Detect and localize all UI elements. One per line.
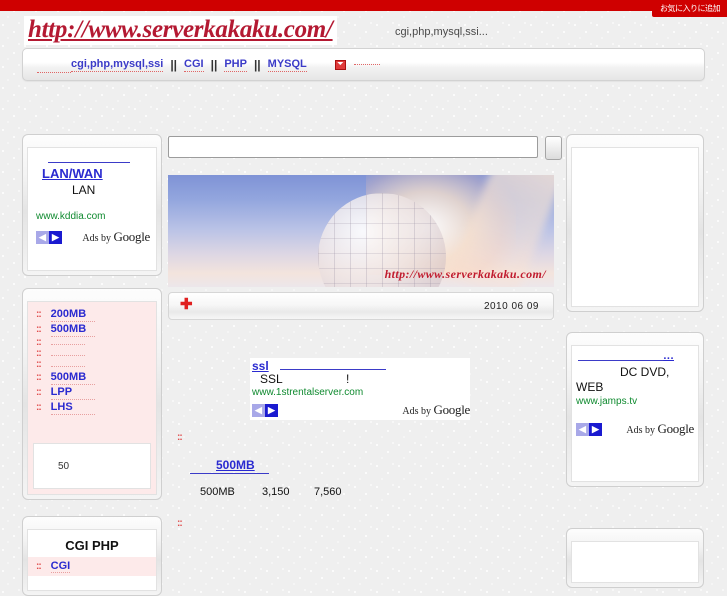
right-bottom-panel <box>566 528 704 588</box>
left-ad-headline[interactable]: LAN/WAN <box>42 166 103 181</box>
ad-next-arrow-icon[interactable]: ▶ <box>265 403 278 417</box>
price-value-b-cell: 7,560 <box>314 486 342 498</box>
ad-next-arrow-icon[interactable]: ▶ <box>589 422 602 436</box>
list-item[interactable]: :: 500MB <box>36 371 148 385</box>
banner-url-overlay: http://www.serverkakaku.com/ <box>384 267 546 281</box>
list-item-link[interactable]: 500MB <box>50 323 95 337</box>
ad-prev-arrow-icon[interactable]: ◀ <box>576 422 589 436</box>
list-item[interactable]: :: <box>36 360 148 370</box>
cgi-php-first-link[interactable]: CGI <box>50 560 71 573</box>
nav-item-php[interactable]: PHP <box>224 58 247 72</box>
cgi-php-title: CGI PHP <box>65 538 119 553</box>
list-bullet-icon: :: <box>36 372 42 383</box>
right-ad-url[interactable]: www.jamps.tv <box>576 396 698 407</box>
ad-prev-arrow-icon[interactable]: ◀ <box>36 230 49 244</box>
list-item-link[interactable]: LPP <box>50 386 95 400</box>
list-item-link[interactable]: 500MB <box>50 371 95 385</box>
section-bullet-icon: :: <box>177 518 183 529</box>
nav-separator: || <box>253 57 261 72</box>
list-bullet-icon: :: <box>36 337 42 348</box>
nav-item-cgi[interactable]: CGI <box>184 58 204 72</box>
list-item-link[interactable] <box>50 343 85 345</box>
left-ad-url[interactable]: www.kddia.com <box>36 211 150 222</box>
right-top-panel <box>566 134 704 312</box>
ads-by-google-label[interactable]: Ads by Google <box>402 402 470 418</box>
list-item-link[interactable] <box>50 354 85 356</box>
list-bullet-icon: :: <box>36 309 42 320</box>
ads-by-text: Ads by <box>402 406 434 417</box>
left-ad-line1: LAN <box>72 183 96 197</box>
ads-by-google-label[interactable]: Ads by Google <box>82 229 150 245</box>
plan-list: :: 200MB :: 500MB :: :: :: :: 500MB:: L… <box>28 302 156 415</box>
list-item-link[interactable]: 200MB <box>50 308 95 322</box>
center-ad-block: ssl SSL ! www.1strentalserver.com ◀ ▶ Ad… <box>250 358 470 420</box>
left-ad-panel: LAN/WAN LAN www.kddia.com ◀ ▶ Ads by Goo… <box>22 134 162 276</box>
nav-separator: || <box>170 57 178 72</box>
list-item[interactable]: :: LPP <box>36 386 148 400</box>
ads-by-text: Ads by <box>626 425 658 436</box>
counter-box: 50 <box>33 443 151 489</box>
site-header: http://www.serverkakaku.com/ cgi,php,mys… <box>0 11 727 48</box>
cgi-php-panel: CGI PHP :: CGI <box>22 516 162 596</box>
list-bullet-icon: :: <box>36 324 42 335</box>
list-item-link[interactable] <box>50 365 85 367</box>
center-ad-exclaim: ! <box>346 372 350 386</box>
nav-separator: || <box>210 57 218 72</box>
right-ad-headline[interactable]: ... <box>663 350 674 362</box>
ad-next-arrow-icon[interactable]: ▶ <box>49 230 62 244</box>
list-item[interactable]: :: 200MB <box>36 308 148 322</box>
ads-by-text: Ads by <box>82 233 114 244</box>
center-ad-headline[interactable]: ssl <box>252 359 269 373</box>
list-item-link[interactable]: LHS <box>50 401 95 415</box>
list-item[interactable]: :: LHS <box>36 401 148 415</box>
ad-title-rule <box>48 162 130 163</box>
price-value-a-cell: 3,150 <box>262 486 290 498</box>
section-bullet-icon: :: <box>177 432 183 443</box>
table-row: 500MB 3,150 7,560 <box>200 486 366 498</box>
nav-dotted-rule-end <box>353 64 380 65</box>
list-item[interactable]: :: <box>36 338 148 348</box>
list-item[interactable]: :: 500MB <box>36 323 148 337</box>
nav-item-mysql[interactable]: MYSQL <box>267 58 307 72</box>
right-ad-line2: WEB <box>576 380 604 394</box>
list-bullet-icon: :: <box>36 402 42 413</box>
google-wordmark: Google <box>113 229 151 244</box>
top-red-bar <box>0 0 727 11</box>
list-bullet-icon: :: <box>36 359 42 370</box>
main-navigation-bar: cgi,php,mysql,ssi || CGI || PHP || MYSQL <box>22 48 705 81</box>
counter-value: 50 <box>58 461 70 472</box>
right-ad-line1: DC DVD, <box>620 365 670 379</box>
plan-list-panel: :: 200MB :: 500MB :: :: :: :: 500MB:: L… <box>22 288 162 500</box>
nav-item-home[interactable]: cgi,php,mysql,ssi <box>71 58 164 72</box>
search-button[interactable] <box>545 136 562 160</box>
center-ad-url[interactable]: www.1strentalserver.com <box>252 387 363 398</box>
list-bullet-icon: :: <box>36 348 42 359</box>
google-wordmark: Google <box>657 421 695 436</box>
list-item[interactable]: :: CGI <box>28 557 156 576</box>
hero-banner: http://www.serverkakaku.com/ <box>168 175 554 287</box>
ad-title-rule: ... <box>578 350 674 362</box>
right-ad-panel: ... DC DVD, WEB www.jamps.tv ◀ ▶ Ads by … <box>566 332 704 487</box>
site-tagline: cgi,php,mysql,ssi... <box>395 26 488 38</box>
center-ad-line1: SSL <box>260 372 283 386</box>
list-bullet-icon: :: <box>36 387 42 398</box>
search-input[interactable] <box>168 136 538 158</box>
price-size-cell: 500MB <box>200 486 235 498</box>
search-row <box>168 136 562 161</box>
list-bullet-icon: :: <box>36 561 42 572</box>
mail-icon[interactable] <box>334 59 346 70</box>
date-bar: ✚ 2010 06 09 <box>168 292 554 320</box>
list-item[interactable]: :: <box>36 349 148 359</box>
ad-title-rule <box>280 369 386 370</box>
ad-prev-arrow-icon[interactable]: ◀ <box>252 403 265 417</box>
price-section-heading[interactable]: 500MB <box>190 458 269 474</box>
google-wordmark: Google <box>433 402 471 417</box>
plus-icon: ✚ <box>180 296 193 313</box>
ads-by-google-label[interactable]: Ads by Google <box>626 421 694 437</box>
site-logo[interactable]: http://www.serverkakaku.com/ <box>24 16 337 45</box>
update-date: 2010 06 09 <box>483 301 539 312</box>
